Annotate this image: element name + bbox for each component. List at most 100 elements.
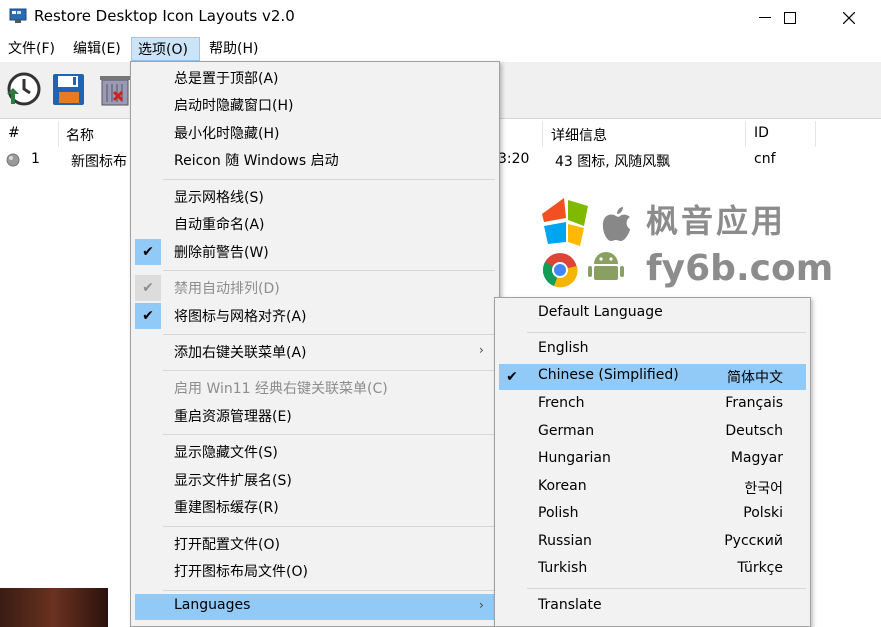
menu-item-show-gridlines[interactable]: 显示网格线(S) bbox=[131, 184, 499, 210]
windows-logo-icon bbox=[540, 196, 592, 250]
language-french[interactable]: French Français bbox=[495, 392, 810, 418]
chrome-logo-icon bbox=[542, 252, 578, 292]
menu-item-label: 重启资源管理器(E) bbox=[174, 409, 292, 425]
restore-clock-icon[interactable] bbox=[4, 70, 42, 108]
submenu-arrow-icon: › bbox=[479, 343, 484, 357]
maximize-button[interactable] bbox=[767, 0, 813, 36]
menu-item-add-context-menu[interactable]: 添加右键关联菜单(A) › bbox=[131, 339, 499, 365]
menu-item-languages[interactable]: Languages › bbox=[135, 594, 495, 620]
menu-item-label: 显示网格线(S) bbox=[174, 190, 264, 206]
languages-submenu: Default Language English ✔ Chinese (Simp… bbox=[494, 297, 811, 627]
menu-separator bbox=[163, 434, 495, 435]
menu-item-show-extensions[interactable]: 显示文件扩展名(S) bbox=[131, 467, 499, 493]
column-divider[interactable] bbox=[815, 121, 816, 147]
menu-separator bbox=[163, 179, 495, 180]
row-name[interactable]: 新图标布 bbox=[71, 151, 127, 171]
menu-separator bbox=[163, 526, 495, 527]
column-header-details[interactable]: 详细信息 bbox=[551, 125, 607, 145]
language-native-name: Magyar bbox=[730, 450, 783, 466]
menu-edit[interactable]: 编辑(E) bbox=[73, 37, 121, 61]
column-header-number[interactable]: # bbox=[8, 125, 20, 141]
language-label: Default Language bbox=[538, 304, 663, 320]
menu-item-open-config[interactable]: 打开配置文件(O) bbox=[131, 531, 499, 557]
language-native-name: 한국어 bbox=[744, 481, 783, 497]
language-russian[interactable]: Russian Русский bbox=[495, 530, 810, 556]
menu-item-start-with-windows[interactable]: Reicon 随 Windows 启动 bbox=[131, 147, 499, 173]
menu-item-label: 启用 Win11 经典右键关联菜单(C) bbox=[174, 381, 388, 397]
column-header-id[interactable]: ID bbox=[754, 125, 769, 141]
menu-item-always-on-top[interactable]: 总是置于顶部(A) bbox=[131, 65, 499, 91]
menu-item-hide-on-start[interactable]: 启动时隐藏窗口(H) bbox=[131, 92, 499, 118]
language-polish[interactable]: Polish Polski bbox=[495, 502, 810, 528]
menu-item-label: Reicon 随 Windows 启动 bbox=[174, 153, 339, 169]
menu-item-label: 重建图标缓存(R) bbox=[174, 500, 279, 516]
menu-item-hide-on-minimize[interactable]: 最小化时隐藏(H) bbox=[131, 120, 499, 146]
language-korean[interactable]: Korean 한국어 bbox=[495, 475, 810, 501]
menu-item-label: Languages bbox=[174, 597, 251, 613]
language-native-name: Français bbox=[725, 395, 783, 411]
menu-item-auto-rename[interactable]: 自动重命名(A) bbox=[131, 211, 499, 237]
language-label: Korean bbox=[538, 478, 587, 494]
language-default[interactable]: Default Language bbox=[495, 301, 810, 327]
menu-item-label: 最小化时隐藏(H) bbox=[174, 126, 280, 142]
row-number: 1 bbox=[31, 151, 40, 167]
menu-item-disable-auto-arrange[interactable]: ✔ 禁用自动排列(D) bbox=[131, 275, 499, 301]
checkmark-icon: ✔ bbox=[135, 303, 161, 329]
column-divider[interactable] bbox=[745, 121, 746, 147]
language-turkish[interactable]: Turkish Türkçe bbox=[495, 557, 810, 583]
checkmark-icon: ✔ bbox=[135, 239, 161, 265]
submenu-arrow-icon: › bbox=[479, 598, 484, 612]
close-button[interactable] bbox=[826, 0, 872, 36]
row-details: 43 图标, 风随风飘 bbox=[555, 154, 671, 170]
menu-file[interactable]: 文件(F) bbox=[8, 37, 55, 61]
menu-help[interactable]: 帮助(H) bbox=[209, 37, 258, 61]
row-time: 3:20 bbox=[498, 151, 530, 167]
options-dropdown-menu: 总是置于顶部(A) 启动时隐藏窗口(H) 最小化时隐藏(H) Reicon 随 … bbox=[130, 61, 500, 627]
menu-item-show-hidden-files[interactable]: 显示隐藏文件(S) bbox=[131, 439, 499, 465]
language-native-name: Polski bbox=[743, 505, 783, 521]
menu-item-label: 启动时隐藏窗口(H) bbox=[174, 98, 294, 114]
menu-separator bbox=[163, 334, 495, 335]
column-divider[interactable] bbox=[542, 121, 543, 147]
language-label: Polish bbox=[538, 505, 579, 521]
menu-item-label: 添加右键关联菜单(A) bbox=[174, 345, 307, 361]
column-divider[interactable] bbox=[58, 121, 59, 147]
menu-item-rebuild-icon-cache[interactable]: 重建图标缓存(R) bbox=[131, 494, 499, 520]
window-title: Restore Desktop Icon Layouts v2.0 bbox=[34, 7, 295, 25]
language-english[interactable]: English bbox=[495, 337, 810, 363]
menu-item-align-to-grid[interactable]: ✔ 将图标与网格对齐(A) bbox=[131, 303, 499, 329]
watermark-brand: 枫音应用 bbox=[646, 202, 787, 240]
menu-item-label: 打开图标布局文件(O) bbox=[174, 564, 308, 580]
language-native-name: Русский bbox=[724, 533, 783, 549]
menu-item-label: 禁用自动排列(D) bbox=[174, 281, 280, 297]
language-label: German bbox=[538, 423, 595, 439]
menu-item-restart-explorer[interactable]: 重启资源管理器(E) bbox=[131, 403, 499, 429]
menu-item-label: 将图标与网格对齐(A) bbox=[174, 309, 307, 325]
language-native-name: Türkçe bbox=[737, 560, 783, 576]
menu-item-label: 自动重命名(A) bbox=[174, 217, 265, 233]
watermark-domain: fy6b.com bbox=[646, 248, 834, 289]
language-native-name: Deutsch bbox=[725, 423, 783, 439]
language-label: Turkish bbox=[538, 560, 588, 576]
background-photo bbox=[0, 588, 108, 627]
language-translate[interactable]: Translate bbox=[495, 594, 810, 620]
language-native-name: 简体中文 bbox=[727, 370, 783, 386]
row-id: cnf bbox=[754, 151, 776, 167]
menu-item-label: 显示隐藏文件(S) bbox=[174, 445, 278, 461]
language-label: French bbox=[538, 395, 585, 411]
language-hungarian[interactable]: Hungarian Magyar bbox=[495, 447, 810, 473]
language-chinese-simplified[interactable]: ✔ Chinese (Simplified) 简体中文 bbox=[499, 364, 806, 390]
column-header-name[interactable]: 名称 bbox=[66, 125, 94, 145]
language-label: Translate bbox=[538, 597, 602, 613]
language-german[interactable]: German Deutsch bbox=[495, 420, 810, 446]
menu-item-win11-classic-menu[interactable]: 启用 Win11 经典右键关联菜单(C) bbox=[131, 375, 499, 401]
save-disk-icon[interactable] bbox=[50, 70, 88, 108]
menu-item-open-layout-file[interactable]: 打开图标布局文件(O) bbox=[131, 558, 499, 584]
menu-item-warn-before-delete[interactable]: ✔ 删除前警告(W) bbox=[131, 239, 499, 265]
menu-separator bbox=[163, 590, 495, 591]
menu-item-label: 总是置于顶部(A) bbox=[174, 71, 279, 87]
menu-options[interactable]: 选项(O) bbox=[131, 37, 200, 61]
menu-separator bbox=[163, 370, 495, 371]
row-status-icon bbox=[6, 153, 20, 171]
delete-trash-icon[interactable] bbox=[96, 70, 134, 108]
